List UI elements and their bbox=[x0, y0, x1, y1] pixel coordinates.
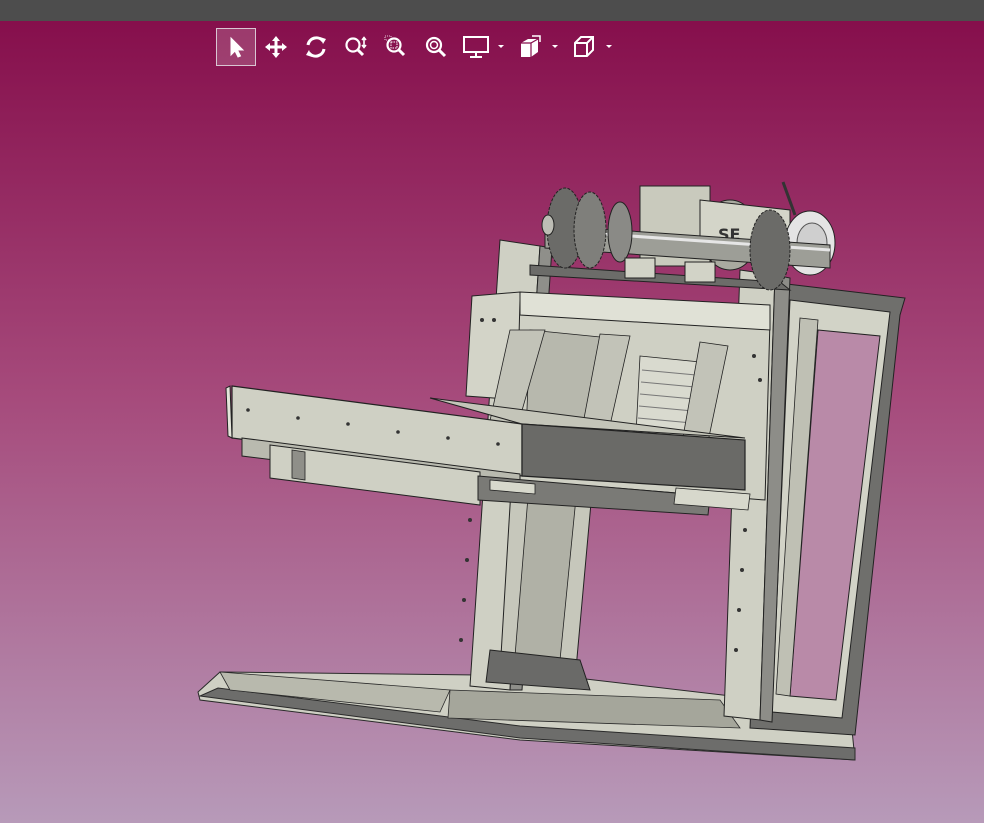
3d-viewport[interactable]: SE bbox=[0, 21, 984, 823]
cad-assembly-model[interactable]: SE bbox=[0, 21, 984, 823]
drive-shaft-assembly: SE bbox=[529, 181, 836, 291]
title-bar bbox=[0, 0, 984, 21]
